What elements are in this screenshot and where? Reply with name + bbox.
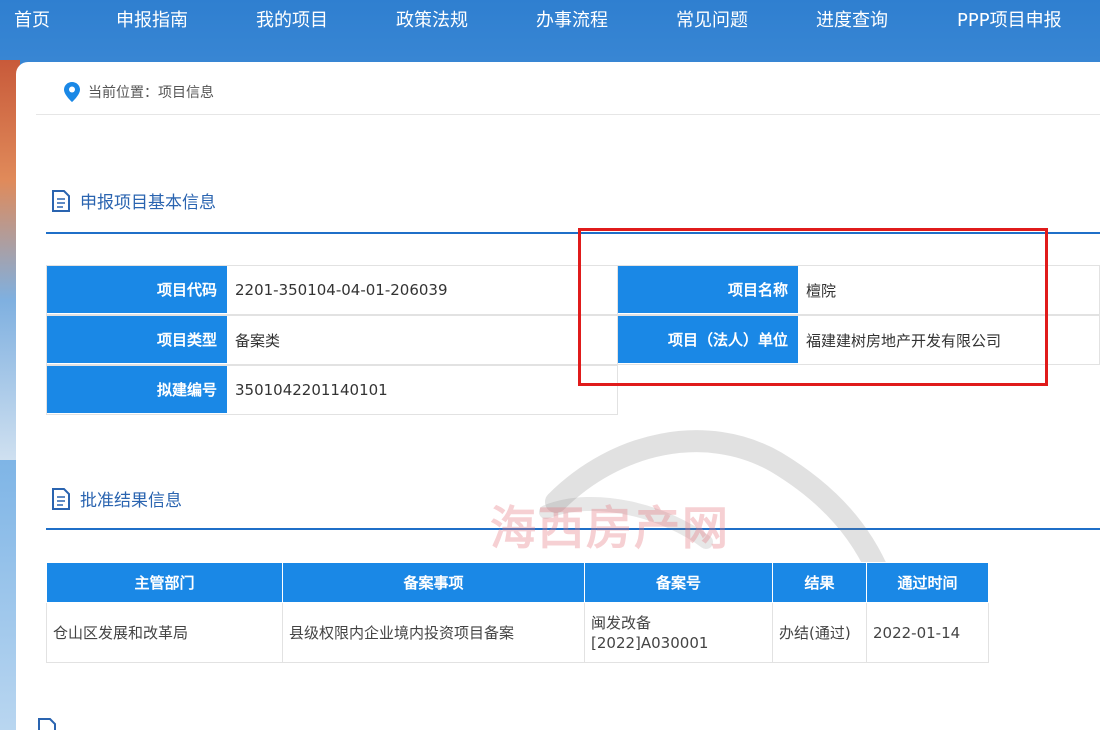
- basic-info-section-title: 申报项目基本信息: [52, 188, 216, 213]
- nav-process[interactable]: 办事流程: [536, 6, 608, 32]
- value-project-code: 2201-350104-04-01-206039: [235, 281, 448, 299]
- col-result: 结果: [772, 562, 867, 603]
- approval-title: 批准结果信息: [80, 491, 182, 511]
- col-matter: 备案事项: [282, 562, 585, 603]
- col-time: 通过时间: [866, 562, 989, 603]
- label-project-type: 项目类型: [47, 316, 227, 364]
- nav-guide[interactable]: 申报指南: [116, 6, 188, 32]
- cell-number: 闽发改备[2022]A030001: [584, 602, 773, 663]
- watermark-text: 海西房产网: [490, 501, 730, 555]
- highlight-box: [578, 228, 1048, 386]
- table-row: 仓山区发展和改革局 县级权限内企业境内投资项目备案 闽发改备[2022]A030…: [46, 602, 989, 663]
- nav-policies[interactable]: 政策法规: [396, 6, 468, 32]
- location-pin-icon: [64, 82, 80, 102]
- info-row-type: 项目类型 备案类: [46, 315, 618, 365]
- breadcrumb-prefix: 当前位置：: [88, 85, 158, 101]
- info-row-draft: 拟建编号 3501042201140101: [46, 365, 618, 415]
- nav-home[interactable]: 首页: [14, 6, 50, 32]
- divider: [36, 114, 1100, 115]
- document-icon: [52, 189, 70, 212]
- nav-my-projects[interactable]: 我的项目: [256, 6, 328, 32]
- approval-section-title: 批准结果信息: [52, 486, 182, 511]
- document-icon: [52, 487, 70, 510]
- label-project-code: 项目代码: [47, 266, 227, 314]
- label-draft-no: 拟建编号: [47, 366, 227, 414]
- value-draft-no: 3501042201140101: [235, 381, 388, 399]
- breadcrumb: 当前位置： 项目信息: [64, 82, 214, 102]
- nav-ppp[interactable]: PPP项目申报: [957, 6, 1062, 32]
- nav-faq[interactable]: 常见问题: [676, 6, 748, 32]
- col-dept: 主管部门: [46, 562, 283, 603]
- main-panel: 当前位置： 项目信息 申报项目基本信息 项目代码 2201-350104-04-0…: [16, 62, 1100, 730]
- info-row-code: 项目代码 2201-350104-04-01-206039: [46, 265, 618, 315]
- value-project-type: 备案类: [235, 331, 281, 350]
- cell-dept: 仓山区发展和改革局: [46, 602, 283, 663]
- top-navigation: 首页 申报指南 我的项目 政策法规 办事流程 常见问题 进度查询 PPP项目申报: [0, 0, 1100, 40]
- cell-result: 办结(通过): [772, 602, 867, 663]
- document-icon: [38, 718, 56, 730]
- approval-table-header: 主管部门 备案事项 备案号 结果 通过时间: [46, 562, 989, 603]
- cell-time: 2022-01-14: [866, 602, 989, 663]
- cell-matter: 县级权限内企业境内投资项目备案: [282, 602, 585, 663]
- basic-info-title: 申报项目基本信息: [80, 193, 216, 213]
- approval-table: 主管部门 备案事项 备案号 结果 通过时间 仓山区发展和改革局 县级权限内企业境…: [46, 562, 989, 663]
- nav-progress[interactable]: 进度查询: [816, 6, 888, 32]
- col-number: 备案号: [584, 562, 773, 603]
- breadcrumb-current: 项目信息: [158, 85, 214, 101]
